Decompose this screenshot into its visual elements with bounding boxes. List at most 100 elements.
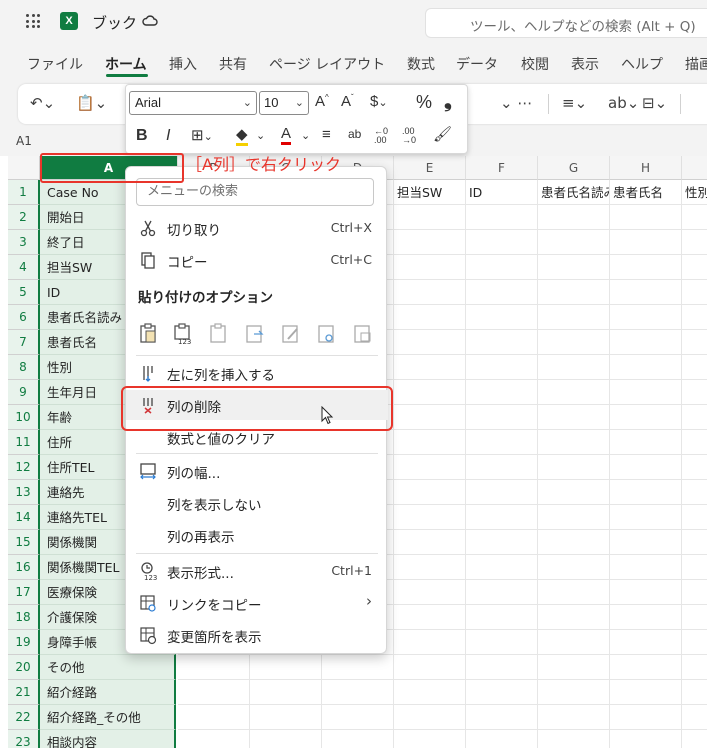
cell[interactable] — [466, 455, 538, 480]
cell[interactable] — [394, 205, 466, 230]
cell[interactable] — [610, 430, 682, 455]
cell[interactable] — [682, 230, 707, 255]
cell[interactable] — [610, 605, 682, 630]
chevron-down-icon[interactable]: ⌄ — [256, 129, 265, 142]
cell[interactable] — [394, 680, 466, 705]
cell[interactable] — [538, 280, 610, 305]
row-header[interactable]: 4 — [8, 255, 40, 280]
ribbon-more-icon[interactable]: ⌄ ⋯ — [500, 94, 532, 112]
cell[interactable] — [394, 280, 466, 305]
cell[interactable] — [466, 255, 538, 280]
menu-item-number-format[interactable]: 123 表示形式... Ctrl+1 — [126, 556, 388, 586]
cell[interactable] — [682, 380, 707, 405]
column-header-e[interactable]: E — [394, 156, 466, 180]
cell[interactable] — [682, 555, 707, 580]
tab-file[interactable]: ファイル — [27, 54, 83, 74]
column-header-f[interactable]: F — [466, 156, 538, 180]
column-header-i[interactable] — [682, 156, 707, 180]
cell[interactable] — [682, 480, 707, 505]
cell[interactable] — [610, 630, 682, 655]
cell[interactable] — [466, 605, 538, 630]
cell-column-a[interactable]: その他 — [40, 655, 176, 680]
row-header[interactable]: 3 — [8, 230, 40, 255]
cell[interactable] — [250, 655, 322, 680]
cell[interactable] — [394, 530, 466, 555]
cell[interactable] — [610, 355, 682, 380]
cell[interactable] — [682, 655, 707, 680]
cell[interactable] — [394, 255, 466, 280]
cell[interactable] — [466, 680, 538, 705]
cell[interactable] — [250, 705, 322, 730]
cell[interactable] — [538, 330, 610, 355]
cell[interactable] — [610, 380, 682, 405]
cell[interactable] — [394, 705, 466, 730]
cell[interactable] — [322, 730, 394, 748]
tab-draw[interactable]: 描画 — [685, 54, 707, 74]
font-size-select[interactable]: 10 ⌄ — [259, 91, 309, 115]
cell[interactable] — [610, 730, 682, 748]
cell[interactable] — [538, 530, 610, 555]
cell[interactable] — [682, 605, 707, 630]
row-header[interactable]: 12 — [8, 455, 40, 480]
cell[interactable] — [610, 405, 682, 430]
cell[interactable] — [250, 680, 322, 705]
row-header[interactable]: 11 — [8, 430, 40, 455]
menu-item-unhide-column[interactable]: 列の再表示 — [126, 520, 388, 550]
fill-color-icon[interactable]: ◆ — [236, 125, 248, 146]
cell[interactable] — [322, 705, 394, 730]
cell[interactable] — [466, 530, 538, 555]
cell[interactable] — [610, 580, 682, 605]
italic-icon[interactable]: I — [166, 127, 170, 145]
paste-icon[interactable] — [138, 321, 160, 345]
menu-item-copy-link[interactable]: リンクをコピー › — [126, 588, 388, 618]
cell[interactable] — [322, 680, 394, 705]
cell[interactable] — [682, 205, 707, 230]
row-header[interactable]: 8 — [8, 355, 40, 380]
tab-view[interactable]: 表示 — [571, 54, 599, 74]
paste-formatting-icon[interactable] — [280, 321, 302, 345]
cell[interactable] — [394, 505, 466, 530]
cell[interactable] — [610, 330, 682, 355]
cell[interactable] — [682, 430, 707, 455]
cell[interactable] — [466, 280, 538, 305]
decrease-decimal-icon[interactable]: .00 →0 — [402, 127, 416, 145]
cell[interactable] — [466, 505, 538, 530]
cell[interactable] — [538, 255, 610, 280]
menu-item-copy[interactable]: コピー Ctrl+C — [126, 245, 388, 275]
font-family-select[interactable]: Arial ⌄ — [129, 91, 257, 115]
cell[interactable] — [394, 405, 466, 430]
cell[interactable] — [466, 480, 538, 505]
bold-icon[interactable]: B — [136, 127, 148, 145]
cell[interactable] — [682, 455, 707, 480]
app-launcher-icon[interactable] — [26, 14, 40, 28]
borders-icon[interactable]: ⊞⌄ — [191, 126, 213, 144]
cell[interactable] — [394, 430, 466, 455]
cell[interactable] — [610, 480, 682, 505]
row-header[interactable]: 13 — [8, 480, 40, 505]
menu-item-insert-column-left[interactable]: 左に列を挿入する — [126, 358, 388, 388]
cell[interactable] — [538, 705, 610, 730]
cell[interactable] — [466, 555, 538, 580]
cell[interactable] — [322, 655, 394, 680]
cell[interactable] — [394, 230, 466, 255]
cell[interactable] — [538, 480, 610, 505]
row-header[interactable]: 17 — [8, 580, 40, 605]
cell[interactable] — [682, 680, 707, 705]
select-all-corner[interactable] — [8, 156, 40, 180]
paste-transpose-icon[interactable] — [244, 321, 266, 345]
cell[interactable] — [466, 655, 538, 680]
cell[interactable] — [682, 730, 707, 748]
paste-formulas-icon[interactable] — [208, 321, 230, 345]
cell[interactable] — [610, 505, 682, 530]
tab-page-layout[interactable]: ページ レイアウト — [269, 54, 385, 74]
cell[interactable] — [682, 355, 707, 380]
cell[interactable] — [178, 730, 250, 748]
cell[interactable] — [610, 455, 682, 480]
cell[interactable] — [682, 330, 707, 355]
cell[interactable] — [466, 355, 538, 380]
merge-icon[interactable]: ⊟⌄ — [642, 94, 667, 112]
cell[interactable] — [394, 605, 466, 630]
cell[interactable] — [538, 305, 610, 330]
cell[interactable] — [610, 305, 682, 330]
cell[interactable] — [538, 380, 610, 405]
